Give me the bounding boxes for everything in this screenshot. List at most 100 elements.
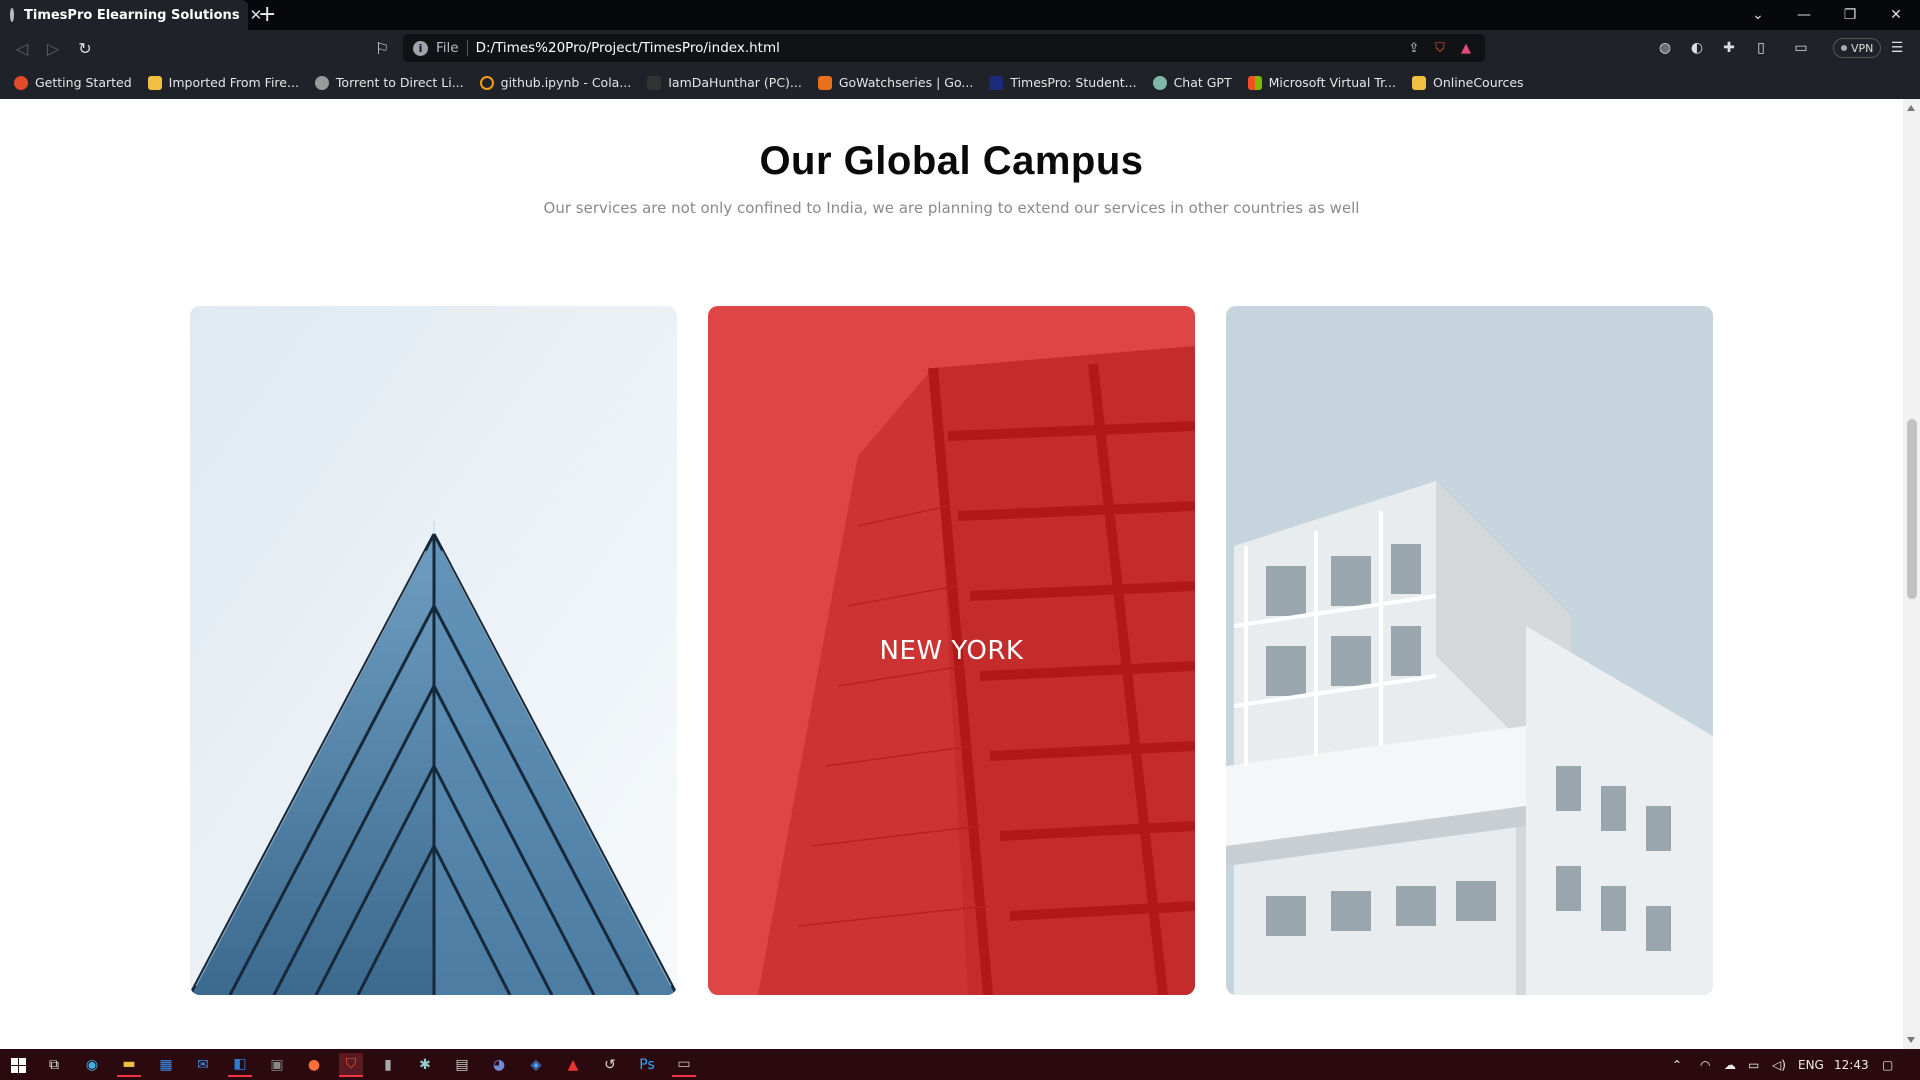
discord-icon[interactable]: ◕ [487,1053,511,1077]
mail-icon[interactable]: ✉ [191,1053,215,1077]
campus-city-label: NEW YORK [879,635,1024,666]
address-bar[interactable]: i File D:/Times%20Pro/Project/TimesPro/i… [403,34,1485,62]
page-title: Our Global Campus [759,139,1144,183]
reload-button[interactable]: ↻ [73,36,97,60]
photoshop-icon[interactable]: Ps [635,1053,659,1077]
vpn-button[interactable]: VPN [1833,38,1882,58]
store-icon[interactable]: ▦ [154,1053,178,1077]
folder-icon [1412,75,1426,90]
url-scheme: File [436,40,468,56]
timespro-icon [989,75,1004,90]
bookmark-item[interactable]: OnlineCources [1412,75,1524,90]
bookmark-item[interactable]: GoWatchseries | Go... [817,75,974,90]
minimize-button[interactable]: — [1781,0,1827,30]
toolbar: ◁ ▷ ↻ ⚐ i File D:/Times%20Pro/Project/Ti… [0,30,1920,66]
file-explorer-icon[interactable]: ▬ [117,1053,141,1077]
bookmark-label: Chat GPT [1173,75,1232,90]
brave-icon[interactable]: ⛉ [339,1053,363,1077]
app-icon[interactable]: ▣ [265,1053,289,1077]
bookmark-label: Torrent to Direct Li... [335,75,464,90]
bookmark-item[interactable]: Imported From Fire... [147,75,299,90]
task-view-icon[interactable]: ⧉ [42,1053,66,1077]
folder-icon [147,75,162,90]
extension-color-icon[interactable]: ◐ [1688,39,1706,57]
tab-title: TimesPro Elearning Solutions [24,7,240,23]
language-indicator[interactable]: ENG [1798,1049,1824,1080]
colab-icon [479,75,494,90]
brave-shields-icon[interactable]: ⛉ [1431,39,1449,57]
vertical-scrollbar[interactable] [1903,99,1920,1049]
globe-icon [10,8,14,22]
scroll-up-icon[interactable] [1907,105,1915,111]
onedrive-icon[interactable]: ☁ [1724,1049,1736,1080]
app-icon [817,75,832,90]
bookmark-item[interactable]: TimesPro: Student... [989,75,1137,90]
tab-search-icon[interactable]: ⌄ [1735,0,1781,30]
edge-icon[interactable]: ◉ [80,1053,104,1077]
app-icon[interactable]: ◈ [524,1053,548,1077]
bookmark-item[interactable]: Microsoft Virtual Tr... [1247,75,1396,90]
microsoft-icon [1247,75,1262,90]
page-subtitle: Our services are not only confined to In… [543,199,1360,217]
battery-icon[interactable]: ▭ [1748,1049,1759,1080]
bookmark-label: GoWatchseries | Go... [838,75,974,90]
chatgpt-icon [1152,75,1167,90]
bookmark-label: Imported From Fire... [168,75,299,90]
bookmarks-bar: Getting Started Imported From Fire... To… [0,66,1920,99]
bookmark-label: github.ipynb - Cola... [500,75,632,90]
globe-icon [314,75,329,90]
app-icon[interactable]: ↺ [598,1053,622,1077]
menu-icon[interactable]: ☰ [1888,39,1906,57]
firefox-icon [14,75,28,90]
app-icon[interactable]: ▮ [376,1053,400,1077]
back-button[interactable]: ◁ [10,36,34,60]
clock[interactable]: 12:43 [1834,1049,1869,1080]
close-window-button[interactable]: ✕ [1873,0,1919,30]
network-icon[interactable]: ◠ [1700,1049,1710,1080]
browser-chrome: TimesPro Elearning Solutions ✕ + ⌄ — ❐ ✕… [0,0,1920,99]
app-icon[interactable]: ✱ [413,1053,437,1077]
app-icon [647,75,662,90]
app-icon[interactable]: ▲ [561,1053,585,1077]
new-tab-button[interactable]: + [258,2,276,27]
tab-active[interactable]: TimesPro Elearning Solutions ✕ [0,0,262,30]
bookmark-label: Getting Started [35,75,132,90]
info-icon[interactable]: i [413,40,428,56]
windows-taskbar: ⧉ ◉ ▬ ▦ ✉ ◧ ▣ ● ⛉ ▮ ✱ ▤ ◕ ◈ ▲ ↺ Ps ▭ ⌃ ◠… [0,1049,1920,1080]
vscode-icon[interactable]: ◧ [228,1053,252,1077]
building-image [190,306,677,995]
bookmark-item[interactable]: Chat GPT [1152,75,1232,90]
share-icon[interactable]: ⇪ [1405,39,1423,57]
bookmark-icon[interactable]: ⚐ [370,36,394,60]
bookmark-item[interactable]: github.ipynb - Cola... [479,75,632,90]
firefox-icon[interactable]: ● [302,1053,326,1077]
forward-button[interactable]: ▷ [41,36,65,60]
volume-icon[interactable]: ◁) [1772,1049,1786,1080]
bookmark-item[interactable]: Torrent to Direct Li... [314,75,464,90]
campus-card[interactable] [1226,306,1713,995]
url-text[interactable]: D:/Times%20Pro/Project/TimesPro/index.ht… [476,40,1397,56]
bookmark-item[interactable]: IamDaHunthar (PC)... [647,75,802,90]
scroll-down-icon[interactable] [1907,1037,1915,1043]
extensions-icon[interactable]: ✚ [1720,39,1738,57]
sidebar-icon[interactable]: ▯ [1752,39,1770,57]
notifications-icon[interactable]: ▢ [1882,1049,1893,1080]
vpn-label: VPN [1851,41,1874,55]
wallet-icon[interactable]: ▭ [1792,39,1810,57]
bookmark-label: TimesPro: Student... [1010,75,1137,90]
translate-icon[interactable]: ◍ [1656,39,1674,57]
page-viewport: Our Global Campus Our services are not o… [0,99,1920,1049]
campus-card-featured[interactable]: NEW YORK [708,306,1195,995]
scrollbar-thumb[interactable] [1907,419,1917,599]
restore-button[interactable]: ❐ [1827,0,1873,30]
vpn-status-icon [1841,45,1847,51]
brave-rewards-icon[interactable]: ▲ [1457,39,1475,57]
tray-chevron-icon[interactable]: ⌃ [1672,1049,1682,1080]
app-icon[interactable]: ▭ [672,1053,696,1077]
campus-card[interactable] [190,306,677,995]
windows-start-icon[interactable] [6,1053,30,1077]
tab-strip: TimesPro Elearning Solutions ✕ + ⌄ — ❐ ✕ [0,0,1920,30]
bookmark-label: Microsoft Virtual Tr... [1268,75,1396,90]
terminal-icon[interactable]: ▤ [450,1053,474,1077]
bookmark-item[interactable]: Getting Started [14,75,132,90]
